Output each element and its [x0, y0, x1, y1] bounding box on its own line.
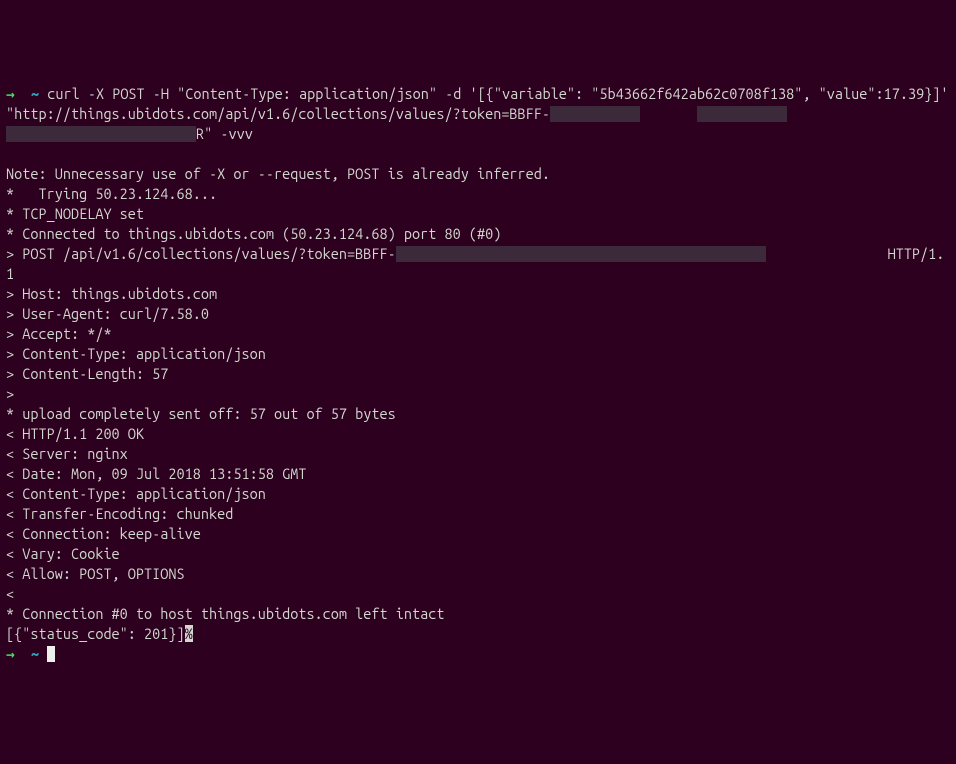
arrow-icon: →: [6, 645, 15, 662]
output-line: < Connection: keep-alive: [6, 525, 201, 542]
redacted-token-3: [6, 126, 196, 142]
trail-char: R: [196, 125, 204, 142]
output-line: > POST /api/v1.6/collections/values/?tok…: [6, 245, 396, 262]
output-line: <: [6, 585, 14, 602]
output-line: >: [6, 385, 14, 402]
prompt-line-1: → ~ curl -X POST -H "Content-Type: appli…: [6, 85, 956, 142]
flags-text: " -vvv: [204, 125, 253, 142]
output-line: > Accept: */*: [6, 325, 112, 342]
output-line: * Connection #0 to host things.ubidots.c…: [6, 605, 444, 622]
output-line: * upload completely sent off: 57 out of …: [6, 405, 396, 422]
terminal-area[interactable]: → ~ curl -X POST -H "Content-Type: appli…: [6, 84, 950, 664]
output-line: < HTTP/1.1 200 OK: [6, 425, 144, 442]
command-text: curl -X POST -H "Content-Type: applicati…: [6, 85, 956, 122]
output-line: < Vary: Cookie: [6, 545, 120, 562]
cursor-block: [47, 646, 55, 662]
output-line: < Allow: POST, OPTIONS: [6, 565, 185, 582]
end-marker: %: [185, 625, 193, 642]
output-line: < Transfer-Encoding: chunked: [6, 505, 233, 522]
redacted-token-1: [550, 106, 640, 122]
output-line: < Server: nginx: [6, 445, 128, 462]
tilde-icon: ~: [31, 645, 39, 662]
output-line: > Content-Length: 57: [6, 365, 168, 382]
redacted-token-4: [396, 246, 766, 262]
output-line: * Connected to things.ubidots.com (50.23…: [6, 225, 501, 242]
output-line: > Host: things.ubidots.com: [6, 285, 217, 302]
arrow-icon: →: [6, 85, 15, 102]
output-line: * TCP_NODELAY set: [6, 205, 144, 222]
tilde-icon: ~: [31, 85, 39, 102]
redacted-token-2: [697, 106, 787, 122]
output-line: [{"status_code": 201}]: [6, 625, 185, 642]
output-line: Note: Unnecessary use of -X or --request…: [6, 165, 550, 182]
prompt-line-2[interactable]: → ~: [6, 645, 55, 662]
output-line: < Date: Mon, 09 Jul 2018 13:51:58 GMT: [6, 465, 306, 482]
output-line: > Content-Type: application/json: [6, 345, 266, 362]
output-line: < Content-Type: application/json: [6, 485, 266, 502]
output-line: * Trying 50.23.124.68...: [6, 185, 217, 202]
output-line: > User-Agent: curl/7.58.0: [6, 305, 209, 322]
